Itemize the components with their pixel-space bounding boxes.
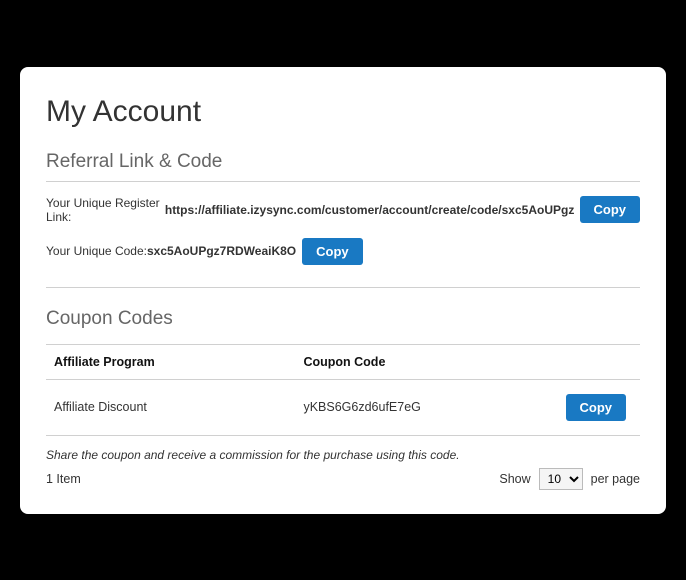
copy-code-button[interactable]: Copy (302, 238, 363, 265)
pager-show-label: Show (499, 472, 530, 486)
page-title: My Account (46, 95, 640, 129)
coupons-table: Affiliate Program Coupon Code Affiliate … (46, 344, 640, 436)
cell-program: Affiliate Discount (46, 379, 295, 435)
unique-code-value: sxc5AoUPgz7RDWeaiK8O (147, 244, 296, 258)
item-count: 1 Item (46, 472, 81, 486)
copy-coupon-button[interactable]: Copy (566, 394, 627, 421)
referral-heading: Referral Link & Code (46, 151, 640, 182)
register-link-label: Your Unique Register Link: (46, 196, 165, 224)
col-program: Affiliate Program (46, 344, 295, 379)
table-row: Affiliate Discount yKBS6G6zd6ufE7eG Copy (46, 379, 640, 435)
col-code: Coupon Code (295, 344, 550, 379)
coupon-note: Share the coupon and receive a commissio… (46, 448, 640, 462)
register-link-row: Your Unique Register Link: https://affil… (46, 196, 640, 224)
account-card: My Account Referral Link & Code Your Uni… (20, 67, 666, 514)
pager-perpage-label: per page (591, 472, 640, 486)
page-size-select[interactable]: 10 (539, 468, 583, 490)
table-footer: 1 Item Show 10 per page (46, 468, 640, 490)
coupons-heading: Coupon Codes (46, 308, 640, 338)
unique-code-label: Your Unique Code: (46, 244, 147, 258)
pager: Show 10 per page (499, 468, 640, 490)
register-link-value: https://affiliate.izysync.com/customer/a… (165, 203, 574, 217)
coupons-section: Coupon Codes Affiliate Program Coupon Co… (46, 287, 640, 490)
cell-code: yKBS6G6zd6ufE7eG (295, 379, 550, 435)
copy-link-button[interactable]: Copy (580, 196, 641, 223)
unique-code-row: Your Unique Code: sxc5AoUPgz7RDWeaiK8O C… (46, 238, 640, 265)
